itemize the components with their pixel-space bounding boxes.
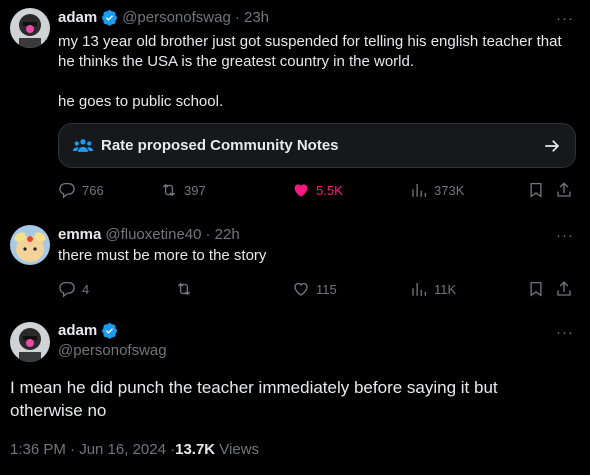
more-options-icon[interactable]: ··· bbox=[556, 10, 574, 27]
reply-icon bbox=[59, 281, 75, 298]
community-notes-label: Rate proposed Community Notes bbox=[101, 137, 339, 154]
reply-count: 766 bbox=[82, 182, 104, 198]
share-button[interactable] bbox=[555, 280, 579, 298]
repost-icon bbox=[177, 282, 191, 296]
bookmark-icon bbox=[530, 182, 542, 198]
tweet2-text: there must be more to the story bbox=[58, 247, 267, 264]
like-count: 5.5K bbox=[316, 182, 343, 198]
tweet3-name-row: adam bbox=[58, 322, 122, 339]
view-count: 373K bbox=[434, 182, 465, 198]
repost-count: 397 bbox=[184, 182, 206, 198]
tweet2-header: emma @fluoxetine40 · 22h bbox=[58, 226, 240, 243]
reply-button[interactable]: 4 bbox=[58, 280, 89, 298]
views-button[interactable]: 373K bbox=[410, 181, 464, 199]
share-icon bbox=[557, 182, 571, 197]
share-button[interactable] bbox=[555, 181, 579, 199]
tweet3-text-line2: otherwise no bbox=[10, 401, 107, 420]
tweet3-meta: 1:36 PM · Jun 16, 2024 · 13.7K Views bbox=[10, 441, 259, 458]
handle[interactable]: @fluoxetine40 bbox=[105, 226, 201, 243]
bookmark-icon bbox=[530, 281, 542, 297]
community-notes-button[interactable]: Rate proposed Community Notes bbox=[58, 123, 576, 168]
tweet3-text-line1: I mean he did punch the teacher immediat… bbox=[10, 378, 498, 397]
more-options-icon[interactable]: ··· bbox=[556, 324, 574, 341]
share-icon bbox=[557, 281, 571, 296]
repost-icon bbox=[162, 183, 176, 197]
display-name[interactable]: emma bbox=[58, 226, 101, 243]
timestamp[interactable]: · 22h bbox=[205, 226, 239, 243]
views-button[interactable]: 11K bbox=[410, 280, 456, 298]
display-name[interactable]: adam bbox=[58, 9, 97, 26]
avatar-emma[interactable] bbox=[10, 225, 50, 265]
more-options-icon[interactable]: ··· bbox=[556, 227, 574, 244]
tweet1-header: adam @personofswag · 23h bbox=[58, 9, 269, 26]
views-label: Views bbox=[215, 441, 260, 458]
reply-icon bbox=[59, 182, 75, 199]
tweet1-text-line3: he goes to public school. bbox=[58, 93, 224, 110]
reply-count: 4 bbox=[82, 281, 90, 297]
views-icon bbox=[412, 283, 427, 296]
timestamp[interactable]: · 23h bbox=[235, 9, 269, 26]
handle[interactable]: @personofswag bbox=[58, 342, 167, 359]
repost-button[interactable]: 397 bbox=[160, 181, 206, 199]
handle[interactable]: @personofswag bbox=[122, 9, 231, 26]
verified-badge-icon bbox=[102, 10, 118, 26]
bookmark-button[interactable] bbox=[527, 181, 551, 199]
like-count: 115 bbox=[316, 281, 337, 297]
views-count: 13.7K bbox=[175, 441, 216, 458]
tweet1-text-line2: he thinks the USA is the greatest countr… bbox=[58, 53, 415, 70]
tweet3-handle-row: @personofswag bbox=[58, 342, 167, 359]
community-notes-icon bbox=[73, 138, 93, 152]
post-timestamp[interactable]: 1:36 PM · Jun 16, 2024 · bbox=[10, 441, 175, 458]
like-button[interactable]: 115 bbox=[292, 280, 337, 298]
bookmark-button[interactable] bbox=[527, 280, 551, 298]
avatar-adam[interactable] bbox=[10, 8, 50, 48]
like-button[interactable]: 5.5K bbox=[292, 181, 343, 199]
avatar-adam[interactable] bbox=[10, 322, 50, 362]
tweet1-text-line1: my 13 year old brother just got suspende… bbox=[58, 33, 562, 50]
heart-icon bbox=[294, 184, 308, 197]
reply-button[interactable]: 766 bbox=[58, 181, 104, 199]
heart-icon bbox=[294, 282, 308, 296]
verified-badge-icon bbox=[102, 323, 118, 339]
view-count: 11K bbox=[434, 281, 457, 297]
views-icon bbox=[412, 184, 427, 197]
display-name[interactable]: adam bbox=[58, 322, 97, 339]
repost-button[interactable] bbox=[175, 280, 199, 298]
arrow-right-icon bbox=[545, 139, 560, 152]
